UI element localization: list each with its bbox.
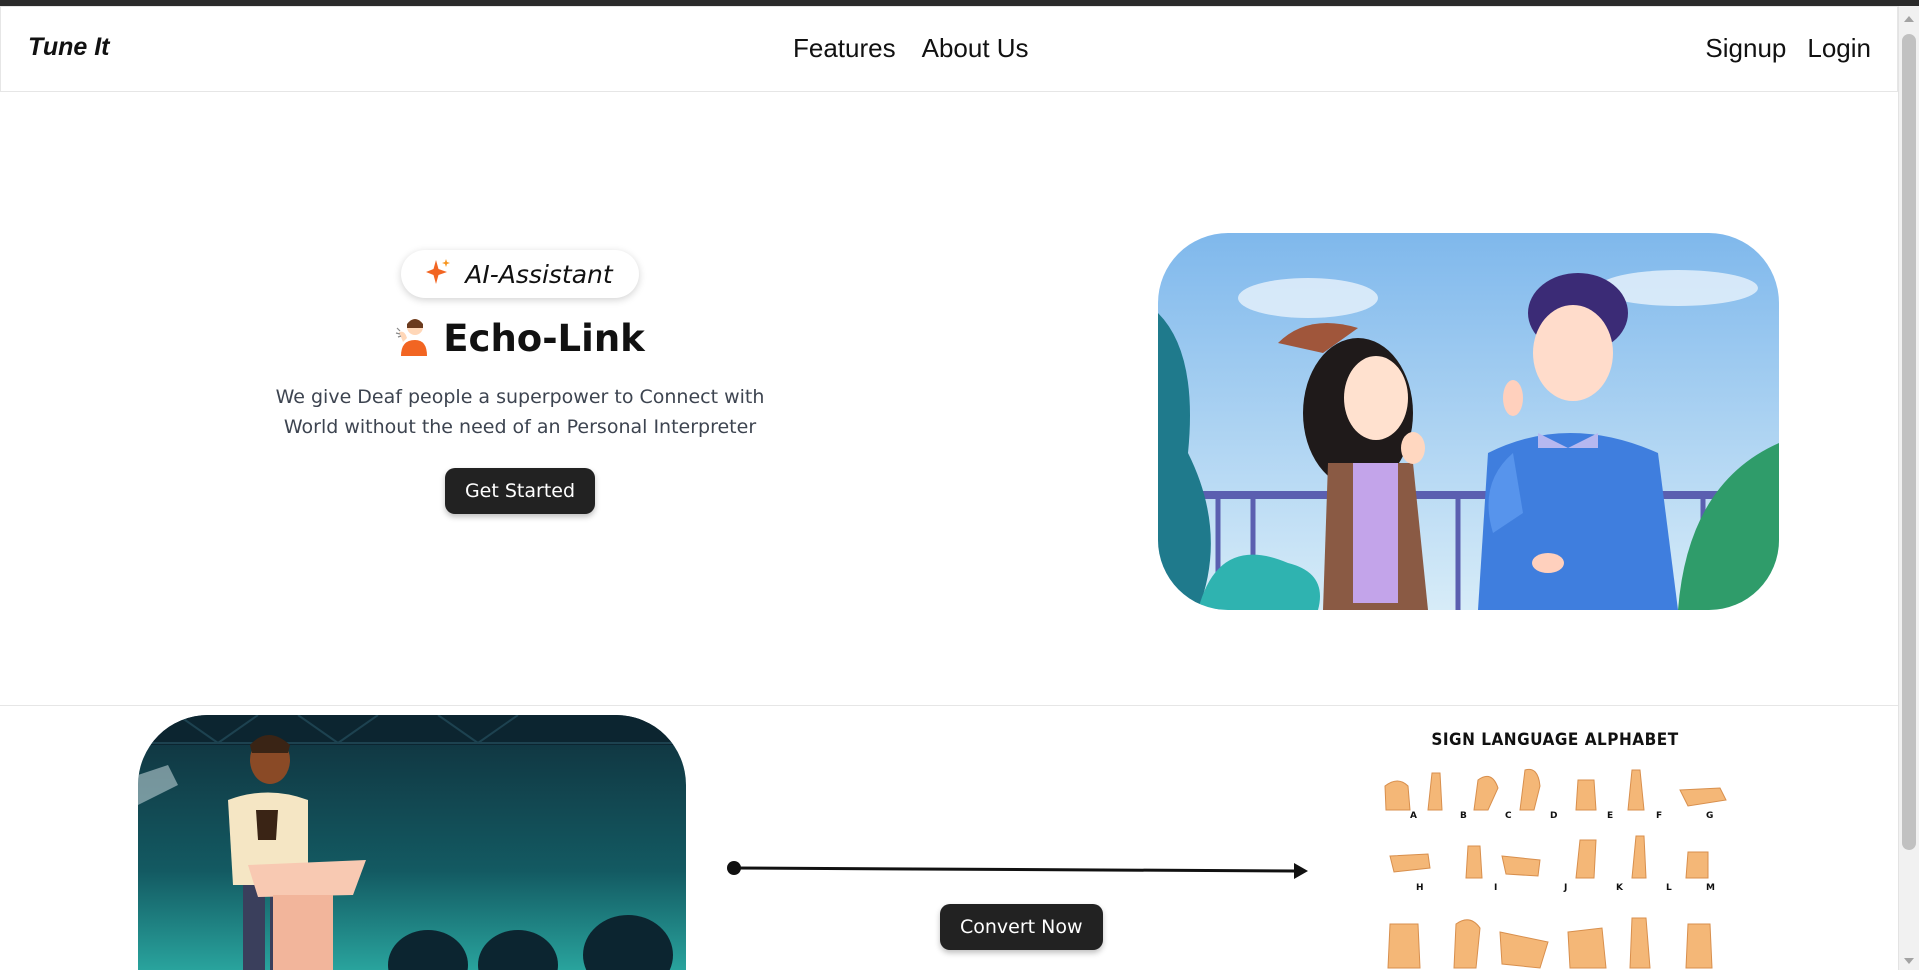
alphabet-letter-g: G — [1706, 811, 1713, 821]
alphabet-letter-c: C — [1505, 811, 1512, 821]
scroll-down-arrow-icon[interactable] — [1904, 958, 1914, 964]
alphabet-letter-f: F — [1656, 811, 1662, 821]
ai-assistant-badge: AI-Assistant — [401, 250, 639, 298]
alphabet-letter-e: E — [1607, 811, 1613, 821]
signing-person-icon — [395, 316, 429, 360]
two-people-signing-illustration — [1158, 233, 1779, 610]
section-divider — [0, 705, 1898, 706]
nav-link-about-us[interactable]: About Us — [922, 33, 1029, 64]
alphabet-letter-d: D — [1550, 811, 1557, 821]
vertical-scrollbar[interactable] — [1898, 6, 1919, 970]
alphabet-letter-b: B — [1460, 811, 1467, 821]
alphabet-letter-k: K — [1616, 883, 1624, 893]
speaker-at-podium-illustration — [138, 715, 686, 970]
sign-language-alphabet-image: SIGN LANGUAGE ALPHABET A B C D E F G H I… — [1370, 728, 1740, 970]
page: { "nav": { "brand": "Tune It", "center_l… — [0, 0, 1919, 970]
badge-label: AI-Assistant — [465, 259, 613, 289]
title-row: Echo-Link — [200, 316, 840, 360]
hero-description: We give Deaf people a superpower to Conn… — [275, 386, 765, 438]
hero-text: AI-Assistant Echo-Link We give Deaf peop… — [200, 250, 840, 514]
alphabet-letter-a: A — [1410, 811, 1417, 821]
nav-auth-links: Signup Login — [1705, 33, 1871, 64]
nav-link-features[interactable]: Features — [793, 33, 896, 64]
alphabet-letter-i: I — [1494, 883, 1497, 893]
sparkle-icon — [425, 258, 451, 290]
alphabet-letter-m: M — [1706, 883, 1715, 893]
alphabet-letter-l: L — [1666, 883, 1672, 893]
navbar: Tune It Features About Us Signup Login — [0, 6, 1898, 92]
nav-center-links: Features About Us — [793, 33, 1029, 64]
scrollbar-thumb[interactable] — [1902, 34, 1916, 850]
login-link[interactable]: Login — [1807, 33, 1871, 64]
brand-logo[interactable]: Tune It — [28, 33, 109, 62]
alphabet-letter-h: H — [1416, 883, 1424, 893]
get-started-button[interactable]: Get Started — [444, 468, 596, 514]
alphabet-letter-j: J — [1563, 883, 1567, 893]
scroll-up-arrow-icon[interactable] — [1904, 16, 1914, 22]
page-title: Echo-Link — [443, 316, 645, 360]
arrow-right-icon — [720, 855, 1320, 885]
convert-now-button[interactable]: Convert Now — [940, 904, 1103, 950]
signup-link[interactable]: Signup — [1705, 33, 1786, 64]
